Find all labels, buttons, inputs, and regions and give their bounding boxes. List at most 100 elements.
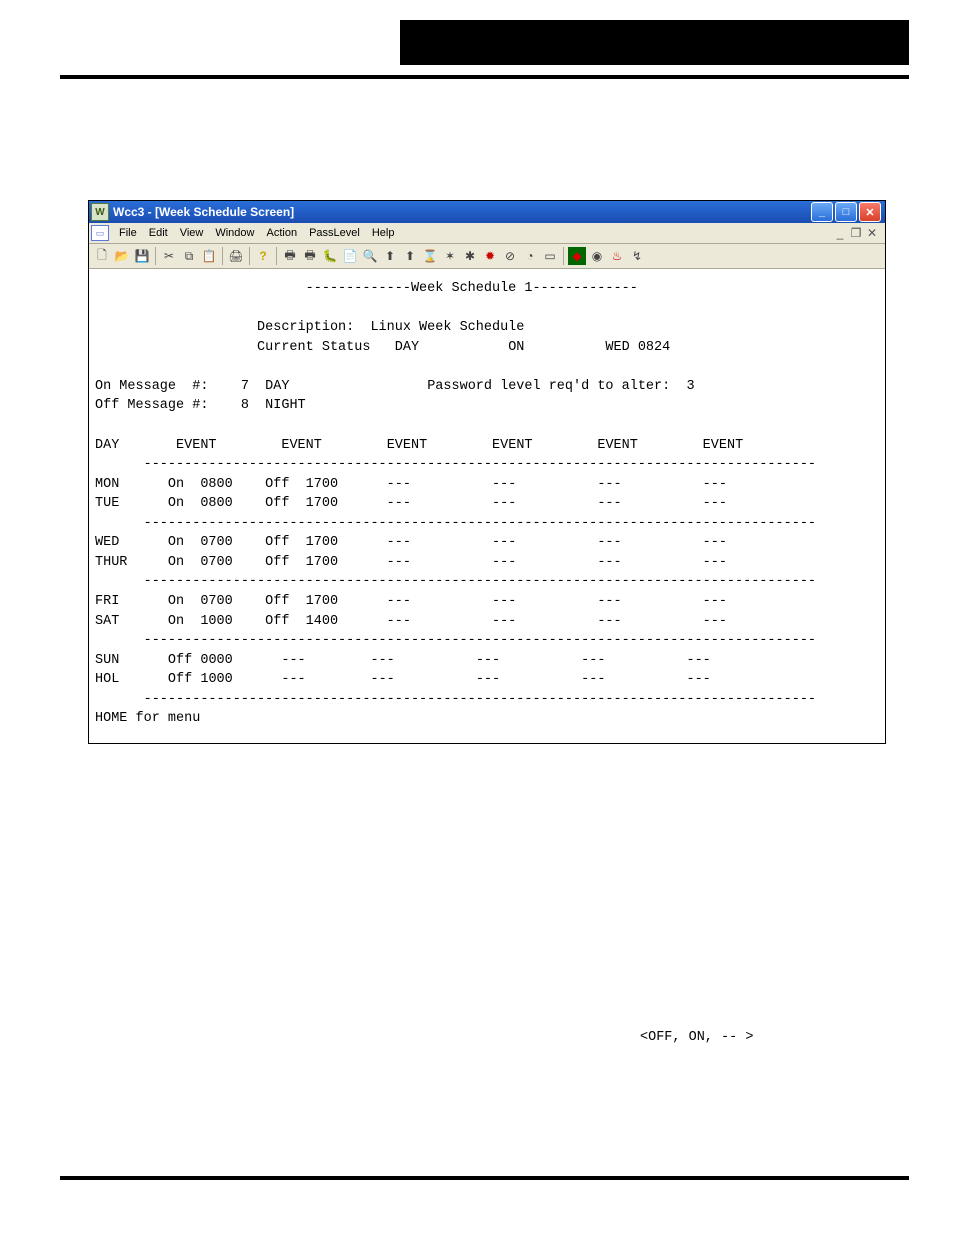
tool-icon-2[interactable]: 🖶 bbox=[301, 247, 319, 265]
menu-help[interactable]: Help bbox=[366, 225, 401, 241]
row-fri-e1s[interactable]: On bbox=[168, 594, 184, 609]
mdi-restore-button[interactable]: ❐ bbox=[849, 226, 863, 240]
tool-icon-9[interactable]: ✶ bbox=[441, 247, 459, 265]
row-mon-e1s[interactable]: On bbox=[168, 477, 184, 492]
cut-icon[interactable]: ✂ bbox=[160, 247, 178, 265]
tool-icon-6[interactable]: ⬆ bbox=[381, 247, 399, 265]
row-wed-e2t[interactable]: 1700 bbox=[306, 535, 338, 550]
row-sun-e2t[interactable]: --- bbox=[281, 653, 305, 668]
row-fri-e4[interactable]: --- bbox=[492, 594, 516, 609]
row-wed-e4[interactable]: --- bbox=[492, 535, 516, 550]
row-sun-e4[interactable]: --- bbox=[476, 653, 500, 668]
mdi-close-button[interactable]: ✕ bbox=[865, 226, 879, 240]
row-fri-e2s[interactable]: Off bbox=[265, 594, 289, 609]
menu-file[interactable]: File bbox=[113, 225, 143, 241]
row-wed-e1s[interactable]: On bbox=[168, 535, 184, 550]
tool-icon-3[interactable]: 🐛 bbox=[321, 247, 339, 265]
row-wed-e1t[interactable]: 0700 bbox=[200, 535, 232, 550]
mdi-document-icon[interactable]: ▭ bbox=[91, 225, 109, 241]
menu-action[interactable]: Action bbox=[260, 225, 303, 241]
row-sun-e5[interactable]: --- bbox=[581, 653, 605, 668]
row-wed-e3[interactable]: --- bbox=[387, 535, 411, 550]
tool-icon-13[interactable]: ◔ bbox=[521, 247, 539, 265]
desc-value[interactable]: Linux Week Schedule bbox=[370, 320, 524, 335]
row-thu-e1s[interactable]: On bbox=[168, 555, 184, 570]
menu-edit[interactable]: Edit bbox=[143, 225, 174, 241]
row-tue-e1t[interactable]: 0800 bbox=[200, 496, 232, 511]
tool-icon-10[interactable]: ✱ bbox=[461, 247, 479, 265]
copy-icon[interactable]: ⧉ bbox=[180, 247, 198, 265]
row-fri-e1t[interactable]: 0700 bbox=[200, 594, 232, 609]
row-fri-e5[interactable]: --- bbox=[597, 594, 621, 609]
row-tue-e6[interactable]: --- bbox=[703, 496, 727, 511]
minimize-button[interactable]: _ bbox=[811, 202, 833, 222]
tool-icon-14[interactable]: ▭ bbox=[541, 247, 559, 265]
row-sat-e4[interactable]: --- bbox=[492, 614, 516, 629]
close-button[interactable]: ✕ bbox=[859, 202, 881, 222]
row-tue-e1s[interactable]: On bbox=[168, 496, 184, 511]
row-tue-e5[interactable]: --- bbox=[597, 496, 621, 511]
print-icon[interactable]: 🖨 bbox=[227, 247, 245, 265]
row-mon-e1t[interactable]: 0800 bbox=[200, 477, 232, 492]
tool-icon-1[interactable]: 🖶 bbox=[281, 247, 299, 265]
row-thu-e2t[interactable]: 1700 bbox=[306, 555, 338, 570]
tool-icon-18[interactable]: ↯ bbox=[628, 247, 646, 265]
title-bar[interactable]: W Wcc3 - [Week Schedule Screen] _ □ ✕ bbox=[89, 201, 885, 223]
row-sat-e6[interactable]: --- bbox=[703, 614, 727, 629]
tool-icon-4[interactable]: 📄 bbox=[341, 247, 359, 265]
mdi-minimize-button[interactable]: _ bbox=[833, 226, 847, 240]
row-mon-e2s[interactable]: Off bbox=[265, 477, 289, 492]
row-sat-e1s[interactable]: On bbox=[168, 614, 184, 629]
row-tue-e2t[interactable]: 1700 bbox=[306, 496, 338, 511]
row-hol-e4[interactable]: --- bbox=[476, 672, 500, 687]
tool-icon-5[interactable]: 🔍 bbox=[361, 247, 379, 265]
row-mon-e6[interactable]: --- bbox=[703, 477, 727, 492]
row-thu-e1t[interactable]: 0700 bbox=[200, 555, 232, 570]
row-tue-e3[interactable]: --- bbox=[387, 496, 411, 511]
tool-icon-7[interactable]: ⬆ bbox=[401, 247, 419, 265]
row-wed-e5[interactable]: --- bbox=[597, 535, 621, 550]
row-fri-e2t[interactable]: 1700 bbox=[306, 594, 338, 609]
row-hol-e6[interactable]: --- bbox=[686, 672, 710, 687]
row-fri-e6[interactable]: --- bbox=[703, 594, 727, 609]
tool-icon-12[interactable]: ⊘ bbox=[501, 247, 519, 265]
row-sat-e1t[interactable]: 1000 bbox=[200, 614, 232, 629]
row-sat-e3[interactable]: --- bbox=[387, 614, 411, 629]
row-sun-e3[interactable]: --- bbox=[370, 653, 394, 668]
off-msg-num[interactable]: 8 bbox=[241, 398, 249, 413]
tool-icon-11[interactable]: ✹ bbox=[481, 247, 499, 265]
row-wed-e6[interactable]: --- bbox=[703, 535, 727, 550]
row-thu-e6[interactable]: --- bbox=[703, 555, 727, 570]
row-tue-e2s[interactable]: Off bbox=[265, 496, 289, 511]
save-icon[interactable]: 💾 bbox=[133, 247, 151, 265]
row-hol-e5[interactable]: --- bbox=[581, 672, 605, 687]
row-thu-e4[interactable]: --- bbox=[492, 555, 516, 570]
row-sun-e1s[interactable]: Off bbox=[168, 653, 192, 668]
row-mon-e2t[interactable]: 1700 bbox=[306, 477, 338, 492]
pwd-val[interactable]: 3 bbox=[686, 379, 694, 394]
row-wed-e2s[interactable]: Off bbox=[265, 535, 289, 550]
row-sat-e2t[interactable]: 1400 bbox=[306, 614, 338, 629]
open-icon[interactable]: 📂 bbox=[113, 247, 131, 265]
paste-icon[interactable]: 📋 bbox=[200, 247, 218, 265]
row-thu-e5[interactable]: --- bbox=[597, 555, 621, 570]
row-sun-e6[interactable]: --- bbox=[686, 653, 710, 668]
row-thu-e3[interactable]: --- bbox=[387, 555, 411, 570]
on-msg-num[interactable]: 7 bbox=[241, 379, 249, 394]
row-hol-e1t[interactable]: 1000 bbox=[200, 672, 232, 687]
menu-passlevel[interactable]: PassLevel bbox=[303, 225, 366, 241]
row-hol-e3[interactable]: --- bbox=[370, 672, 394, 687]
row-tue-e4[interactable]: --- bbox=[492, 496, 516, 511]
row-mon-e5[interactable]: --- bbox=[597, 477, 621, 492]
row-thu-e2s[interactable]: Off bbox=[265, 555, 289, 570]
row-mon-e3[interactable]: --- bbox=[387, 477, 411, 492]
row-hol-e1s[interactable]: Off bbox=[168, 672, 192, 687]
tool-icon-16[interactable]: ◉ bbox=[588, 247, 606, 265]
row-sat-e5[interactable]: --- bbox=[597, 614, 621, 629]
row-hol-e2t[interactable]: --- bbox=[281, 672, 305, 687]
row-fri-e3[interactable]: --- bbox=[387, 594, 411, 609]
help-icon[interactable]: ? bbox=[254, 247, 272, 265]
new-icon[interactable]: 🗋 bbox=[93, 247, 111, 265]
tool-icon-17[interactable]: ♨ bbox=[608, 247, 626, 265]
content-area[interactable]: -------------Week Schedule 1------------… bbox=[89, 269, 885, 743]
